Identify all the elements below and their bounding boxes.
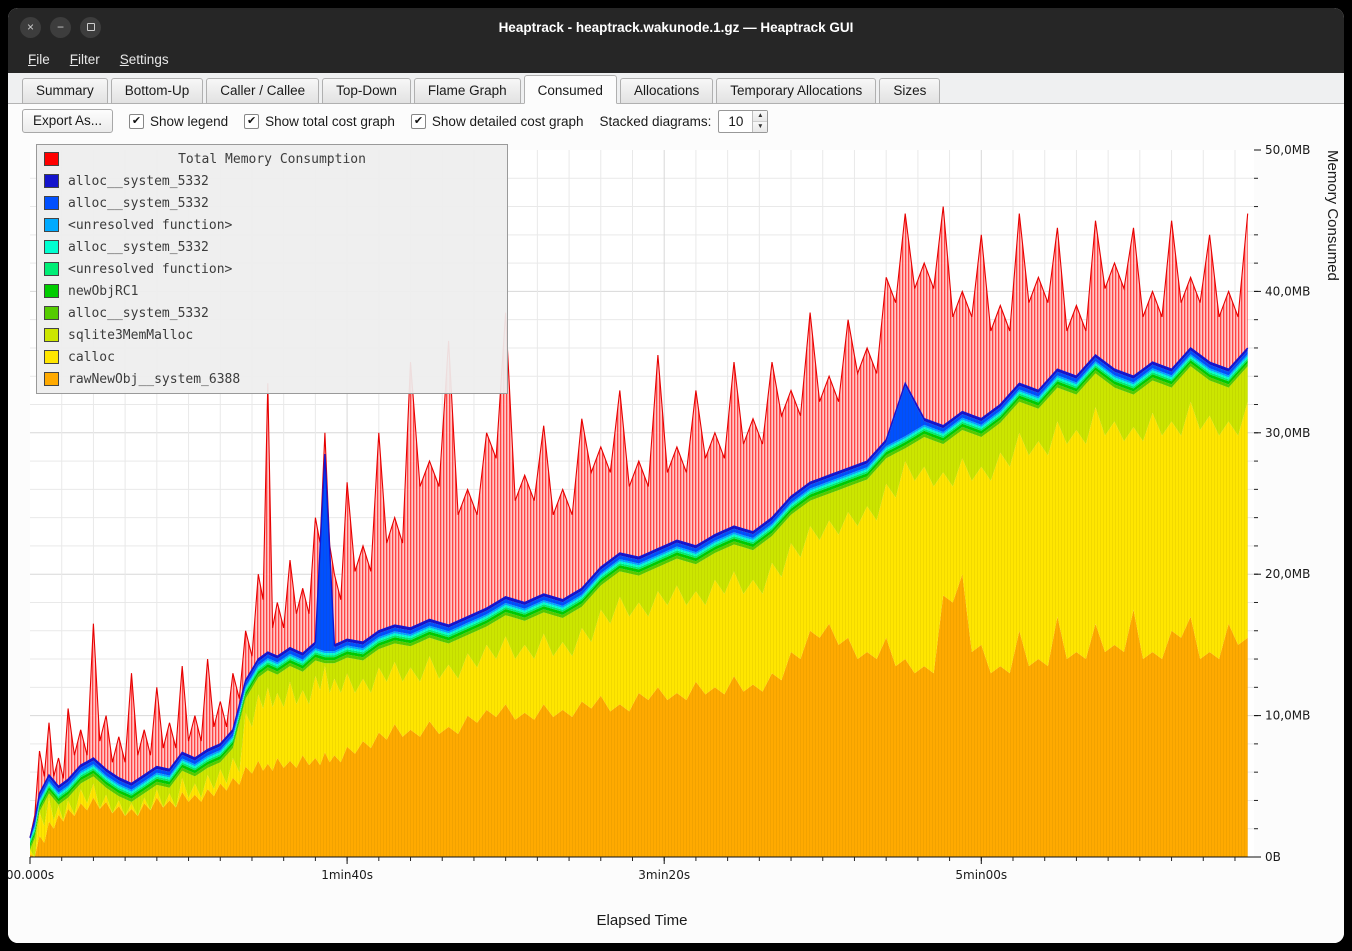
menu-mnemonic: F xyxy=(70,52,78,67)
legend-item: rawNewObj__system_6388 xyxy=(44,368,500,390)
tab-top-down[interactable]: Top-Down xyxy=(322,78,411,104)
tab-bar: SummaryBottom-UpCaller / CalleeTop-DownF… xyxy=(8,73,1344,104)
legend-item: <unresolved function> xyxy=(44,214,500,236)
title-bar: × − Heaptrack - heaptrack.wakunode.1.gz … xyxy=(8,8,1344,46)
legend-label: Total Memory Consumption xyxy=(68,152,500,167)
legend-swatch-icon xyxy=(44,328,59,342)
checkbox-label: Show total cost graph xyxy=(265,114,395,129)
legend-label: alloc__system_5332 xyxy=(68,174,209,189)
spinner-arrows: ▲ ▼ xyxy=(752,111,767,132)
y-tick-label: 40,0MB xyxy=(1265,284,1310,298)
x-tick-label: 5min00s xyxy=(955,868,1007,882)
checkbox-show-legend[interactable]: ✔ Show legend xyxy=(129,114,228,129)
legend-item: alloc__system_5332 xyxy=(44,170,500,192)
menu-item-settings[interactable]: Settings xyxy=(110,49,179,70)
menu-mnemonic: S xyxy=(120,52,129,67)
checkbox-label: Show legend xyxy=(150,114,228,129)
window-title: Heaptrack - heaptrack.wakunode.1.gz — He… xyxy=(8,20,1344,35)
legend-swatch-icon xyxy=(44,152,59,166)
legend-label: alloc__system_5332 xyxy=(68,240,209,255)
legend-swatch-icon xyxy=(44,240,59,254)
legend-item: sqlite3MemMalloc xyxy=(44,324,500,346)
legend-swatch-icon xyxy=(44,218,59,232)
legend-item: newObjRC1 xyxy=(44,280,500,302)
tab-consumed[interactable]: Consumed xyxy=(524,75,617,104)
maximize-icon xyxy=(87,23,95,31)
legend-swatch-icon xyxy=(44,350,59,364)
chart-region: 00.000s 1min40s 3min20s 5min00s 0B 10,0MB 20,0… xyxy=(8,138,1344,943)
menu-bar: FileFilterSettings xyxy=(8,46,1344,73)
legend-swatch-icon xyxy=(44,196,59,210)
legend-label: sqlite3MemMalloc xyxy=(68,328,193,343)
legend-title-row: Total Memory Consumption xyxy=(44,148,500,170)
legend-label: alloc__system_5332 xyxy=(68,306,209,321)
legend-item: alloc__system_5332 xyxy=(44,192,500,214)
checkbox-show-detailed-cost-graph[interactable]: ✔ Show detailed cost graph xyxy=(411,114,584,129)
spin-up-icon[interactable]: ▲ xyxy=(753,111,767,122)
toolbar: Export As... ✔ Show legend ✔ Show total … xyxy=(8,104,1344,138)
close-button[interactable]: × xyxy=(20,17,41,38)
export-as-button[interactable]: Export As... xyxy=(22,109,113,133)
x-axis-title: Elapsed Time xyxy=(30,912,1254,929)
legend-label: alloc__system_5332 xyxy=(68,196,209,211)
y-tick-label: 10,0MB xyxy=(1265,709,1310,723)
x-tick-label: 1min40s xyxy=(321,868,373,882)
window-controls: × − xyxy=(20,8,101,46)
stacked-diagrams-label: Stacked diagrams: xyxy=(600,114,712,129)
legend-swatch-icon xyxy=(44,284,59,298)
y-tick-label: 0B xyxy=(1265,850,1281,864)
legend-label: newObjRC1 xyxy=(68,284,138,299)
tab-temporary-allocations[interactable]: Temporary Allocations xyxy=(716,78,876,104)
legend-label: <unresolved function> xyxy=(68,218,232,233)
menu-item-filter[interactable]: Filter xyxy=(60,49,110,70)
tab-flame-graph[interactable]: Flame Graph xyxy=(414,78,521,104)
legend-swatch-icon xyxy=(44,174,59,188)
legend-item: alloc__system_5332 xyxy=(44,236,500,258)
legend-label: rawNewObj__system_6388 xyxy=(68,372,240,387)
checkbox-show-total-cost-graph[interactable]: ✔ Show total cost graph xyxy=(244,114,395,129)
y-tick-label: 20,0MB xyxy=(1265,567,1310,581)
maximize-button[interactable] xyxy=(80,17,101,38)
legend-item: calloc xyxy=(44,346,500,368)
legend-swatch-icon xyxy=(44,262,59,276)
menu-mnemonic: F xyxy=(28,52,36,67)
legend-item: <unresolved function> xyxy=(44,258,500,280)
y-tick-label: 30,0MB xyxy=(1265,426,1310,440)
tab-summary[interactable]: Summary xyxy=(22,78,108,104)
y-tick-label: 50,0MB xyxy=(1265,143,1310,157)
minimize-button[interactable]: − xyxy=(50,17,71,38)
checkbox-checked-icon: ✔ xyxy=(411,114,426,129)
tab-allocations[interactable]: Allocations xyxy=(620,78,713,104)
chart-legend: Total Memory Consumption alloc__system_53… xyxy=(36,144,508,394)
y-axis-title: Memory Consumed xyxy=(1324,150,1341,857)
tab-sizes[interactable]: Sizes xyxy=(879,78,940,104)
legend-swatch-icon xyxy=(44,372,59,386)
checkbox-label: Show detailed cost graph xyxy=(432,114,584,129)
legend-label: <unresolved function> xyxy=(68,262,232,277)
legend-swatch-icon xyxy=(44,306,59,320)
checkbox-checked-icon: ✔ xyxy=(244,114,259,129)
tab-caller-callee[interactable]: Caller / Callee xyxy=(206,78,319,104)
app-window: × − Heaptrack - heaptrack.wakunode.1.gz … xyxy=(8,8,1344,943)
x-tick-label: 3min20s xyxy=(638,868,690,882)
tab-bottom-up[interactable]: Bottom-Up xyxy=(111,78,204,104)
stacked-diagrams-spinner[interactable]: 10 ▲ ▼ xyxy=(718,110,768,133)
stacked-diagrams-value[interactable]: 10 xyxy=(719,111,752,132)
x-tick-label: 00.000s xyxy=(8,868,54,882)
menu-item-file[interactable]: File xyxy=(18,49,60,70)
checkbox-checked-icon: ✔ xyxy=(129,114,144,129)
legend-item: alloc__system_5332 xyxy=(44,302,500,324)
spin-down-icon[interactable]: ▼ xyxy=(753,122,767,132)
legend-label: calloc xyxy=(68,350,115,365)
